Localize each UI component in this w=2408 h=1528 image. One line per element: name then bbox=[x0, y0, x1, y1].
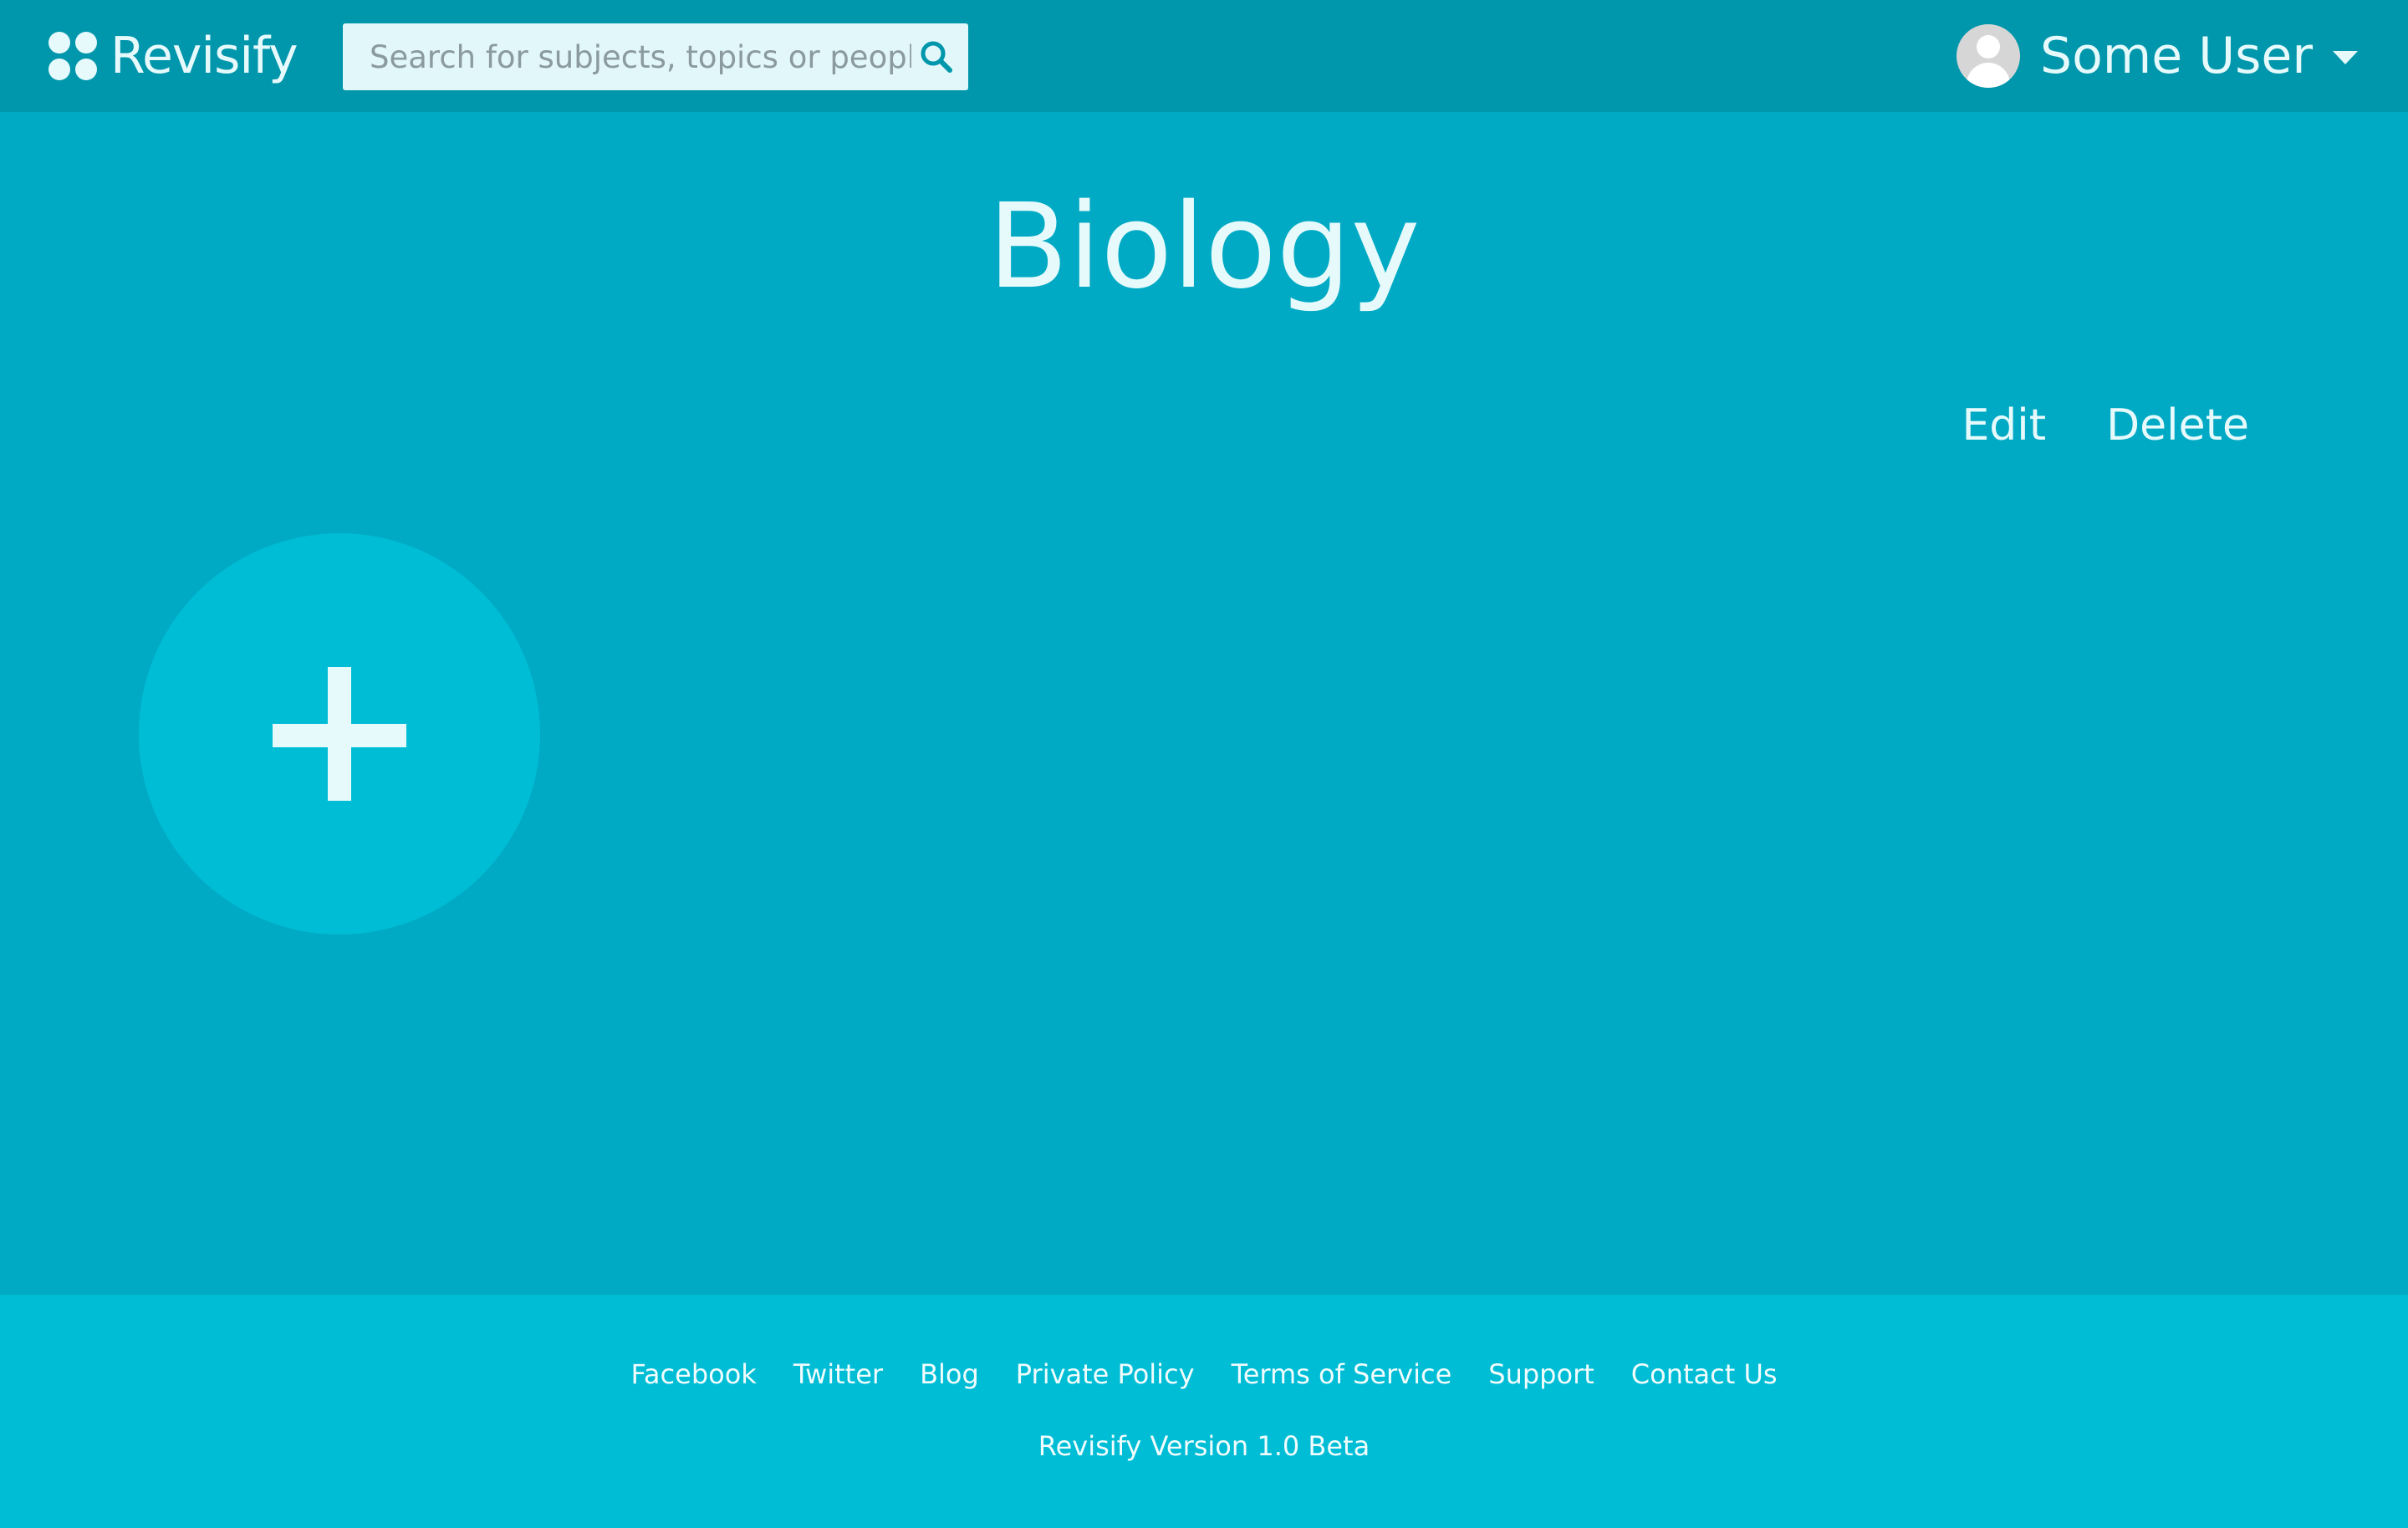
footer-link-contact-us[interactable]: Contact Us bbox=[1631, 1358, 1778, 1390]
add-topic-button[interactable] bbox=[139, 533, 540, 935]
brand-name: Revisify bbox=[110, 27, 298, 85]
four-dots-logo-icon bbox=[48, 32, 97, 80]
delete-link[interactable]: Delete bbox=[2106, 400, 2249, 451]
search-input[interactable] bbox=[343, 23, 911, 90]
edit-link[interactable]: Edit bbox=[1962, 400, 2046, 451]
footer-link-terms-of-service[interactable]: Terms of Service bbox=[1232, 1358, 1452, 1390]
footer-link-blog[interactable]: Blog bbox=[920, 1358, 979, 1390]
subject-actions: Edit Delete bbox=[1962, 400, 2249, 451]
page-title: Biology bbox=[987, 179, 1421, 315]
footer-links: Facebook Twitter Blog Private Policy Ter… bbox=[0, 1358, 2408, 1390]
navbar: Revisify Some User bbox=[0, 0, 2408, 112]
footer-link-twitter[interactable]: Twitter bbox=[793, 1358, 883, 1390]
footer: Facebook Twitter Blog Private Policy Ter… bbox=[0, 1295, 2408, 1528]
user-menu[interactable]: Some User bbox=[1956, 22, 2358, 90]
brand-home-link[interactable]: Revisify bbox=[48, 25, 298, 87]
version-text: Revisify Version 1.0 Beta bbox=[1038, 1430, 1370, 1462]
caret-down-icon bbox=[2333, 51, 2358, 64]
default-avatar-icon bbox=[1956, 24, 2020, 88]
footer-link-support[interactable]: Support bbox=[1488, 1358, 1594, 1390]
footer-link-private-policy[interactable]: Private Policy bbox=[1016, 1358, 1195, 1390]
search-box bbox=[343, 23, 968, 90]
search-icon[interactable] bbox=[916, 37, 957, 77]
footer-link-facebook[interactable]: Facebook bbox=[630, 1358, 756, 1390]
user-name: Some User bbox=[2040, 27, 2313, 85]
